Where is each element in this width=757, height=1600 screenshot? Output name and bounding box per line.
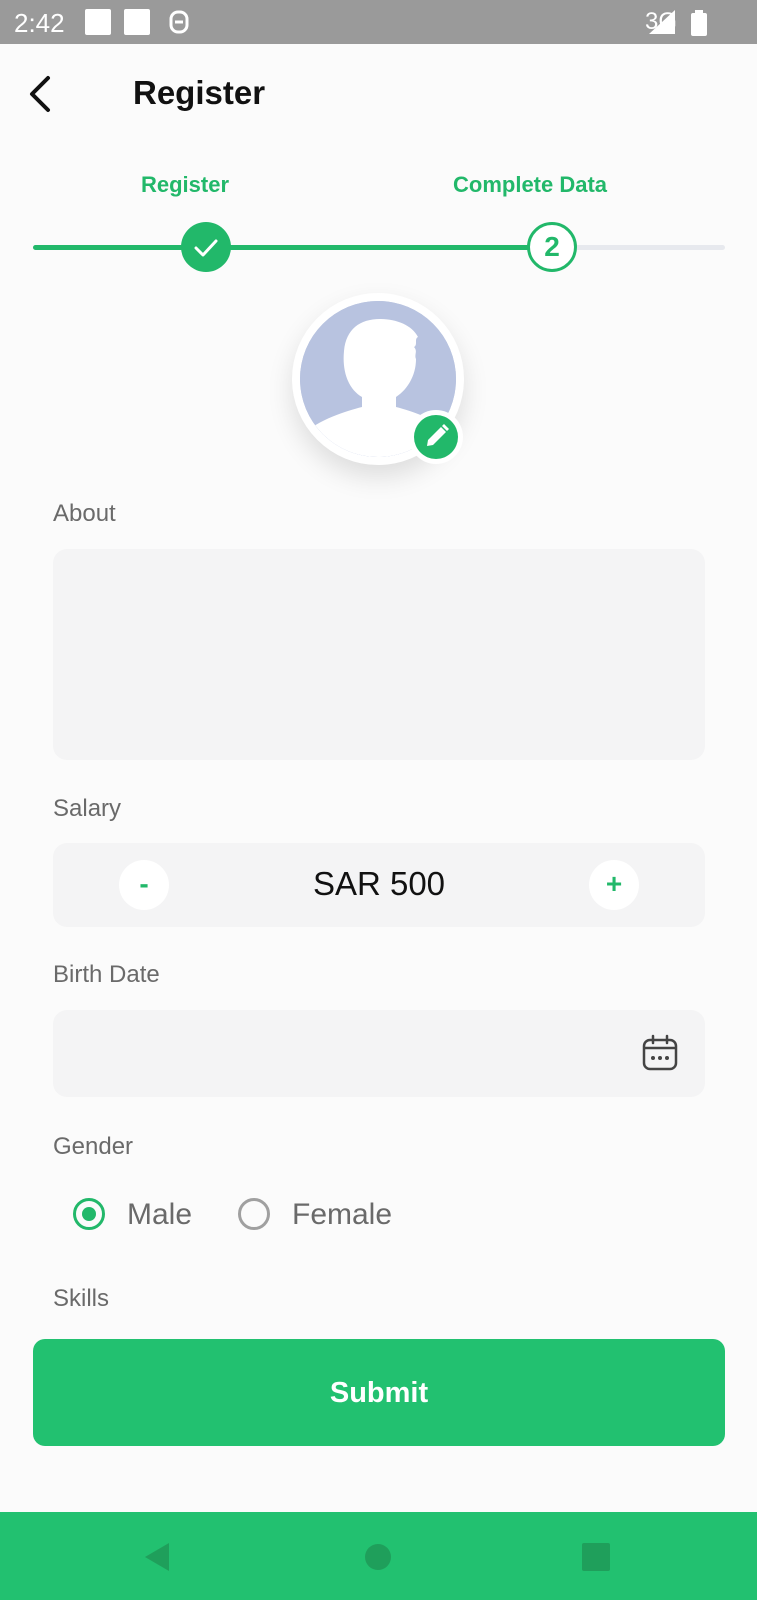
step-progress-fill bbox=[33, 245, 553, 250]
back-button[interactable] bbox=[22, 74, 62, 114]
edit-photo-inner bbox=[414, 415, 458, 459]
about-input[interactable] bbox=[53, 549, 705, 760]
step-done-marker bbox=[181, 222, 231, 272]
salary-label: Salary bbox=[53, 795, 122, 822]
signal-icon bbox=[649, 10, 675, 34]
notification-icon bbox=[124, 9, 150, 35]
status-bar: 2:42 3G bbox=[0, 0, 757, 44]
nav-home-icon[interactable] bbox=[364, 1543, 392, 1571]
edit-photo-button[interactable] bbox=[409, 410, 463, 464]
salary-increment-button[interactable]: + bbox=[589, 860, 639, 910]
pencil-icon bbox=[427, 424, 449, 446]
system-nav-bar bbox=[0, 1512, 757, 1600]
submit-button[interactable]: Submit bbox=[33, 1339, 725, 1446]
sim-icon bbox=[169, 10, 189, 34]
progress-stepper: Register Complete Data 2 bbox=[0, 160, 757, 280]
nav-back-icon[interactable] bbox=[143, 1542, 171, 1572]
back-arrow-icon bbox=[30, 76, 50, 112]
page-title: Register bbox=[133, 74, 266, 111]
step-label-complete-data: Complete Data bbox=[453, 172, 608, 197]
status-time: 2:42 bbox=[14, 8, 65, 38]
step-current-marker: 2 bbox=[527, 222, 577, 272]
battery-icon bbox=[691, 10, 707, 36]
about-label: About bbox=[53, 500, 116, 527]
skills-label: Skills bbox=[53, 1285, 110, 1312]
nav-recents-icon[interactable] bbox=[582, 1543, 610, 1571]
check-icon bbox=[194, 239, 218, 257]
gender-male-label[interactable]: Male bbox=[127, 1198, 192, 1232]
birth-date-label: Birth Date bbox=[53, 961, 160, 988]
birth-date-field[interactable] bbox=[53, 1010, 705, 1097]
gender-female-label[interactable]: Female bbox=[292, 1198, 392, 1232]
notification-icon bbox=[85, 9, 111, 35]
gender-female-radio[interactable] bbox=[238, 1198, 270, 1230]
step-label-register: Register bbox=[141, 172, 230, 197]
gender-male-radio[interactable] bbox=[73, 1198, 105, 1230]
calendar-icon[interactable] bbox=[641, 1034, 679, 1072]
gender-label: Gender bbox=[53, 1133, 134, 1160]
salary-stepper: - SAR 500 + bbox=[53, 843, 705, 927]
app-header: Register bbox=[0, 44, 757, 152]
